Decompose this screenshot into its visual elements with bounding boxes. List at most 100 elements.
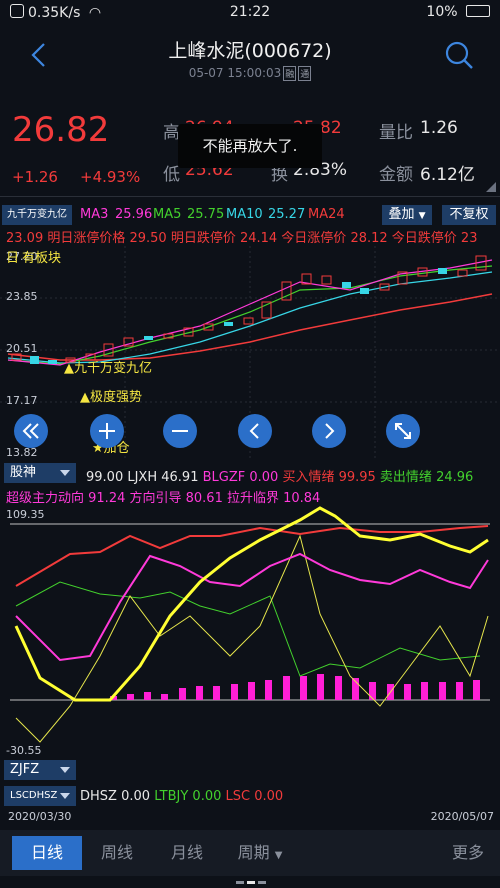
indicator-line1-segment: 0.00	[249, 470, 279, 485]
indicator-line1-segment: 99.00	[86, 470, 124, 485]
lsc-label: LSC	[225, 789, 251, 804]
no-adjust-button[interactable]: 不复权	[442, 205, 496, 225]
indicator-line2-segment: 方向引导	[125, 491, 186, 506]
margin-tag: 融	[283, 66, 297, 81]
ma5-line	[7, 265, 493, 365]
caret-down-icon: ▼	[274, 850, 283, 861]
pull-critical-line	[15, 534, 489, 743]
battery-icon	[466, 5, 490, 17]
axis-price-mid1: 23.85	[6, 290, 38, 303]
axis-ind-top: 109.35	[6, 508, 45, 521]
chart-prefix-label: 日	[6, 251, 19, 266]
amount-label: 金额	[379, 165, 413, 185]
indicator-line1-segment: 卖出情绪	[375, 470, 437, 485]
fullscreen-button[interactable]	[386, 414, 420, 448]
indicator-line1-segment: 46.91	[161, 470, 199, 485]
clock: 21:22	[229, 4, 271, 20]
indicator-selector-lscdhsz[interactable]: LSCDHSZ	[4, 786, 76, 806]
indicator-line2-segment: 80.61	[185, 491, 223, 506]
quote-datetime: 05-07 15:00:03 融通	[0, 66, 500, 81]
last-price: 26.82	[12, 110, 110, 150]
stock-header: 上峰水泥(000672) 05-07 15:00:03 融通	[0, 26, 500, 90]
minus-icon	[172, 430, 188, 432]
indicator-line1-segment: 买入情绪	[278, 470, 339, 485]
ma3-label: MA3	[80, 207, 109, 222]
indicator-line2-segment: 10.84	[283, 491, 321, 506]
expand-corner-icon[interactable]	[486, 182, 496, 192]
signal-label-1: ▲九千万变九亿	[64, 360, 152, 376]
indicator-line2-segment: 91.24	[88, 491, 126, 506]
expand-icon	[395, 423, 411, 439]
plus-icon	[99, 423, 115, 439]
indicator-values-line1: 99.00 LJXH 46.91 BLGZF 0.00 买入情绪 99.95 卖…	[86, 466, 500, 485]
battery: 10%	[426, 4, 490, 20]
price-change-pct: +4.93%	[80, 168, 141, 186]
divider	[0, 196, 500, 197]
sell-sentiment-line	[15, 581, 481, 677]
indicator-line1-segment: 99.95	[338, 470, 376, 485]
main-force-line	[15, 552, 489, 662]
axis-price-low: 17.17	[6, 394, 38, 407]
zoom-out-button[interactable]	[163, 414, 197, 448]
lsc-values-row: DHSZ 0.00 LTBJY 0.00 LSC 0.00	[80, 789, 500, 804]
indicator-line2-segment: 超级主力动向	[6, 491, 89, 506]
tab-monthly[interactable]: 月线	[152, 836, 222, 870]
indicator-selector-zjfz[interactable]: ZJFZ	[4, 760, 76, 780]
indicator-values-line2: 超级主力动向 91.24 方向引导 80.61 拉升临界 10.84	[6, 487, 500, 506]
datetime-text: 05-07 15:00:03	[188, 66, 282, 80]
ma-row: 九千万变九亿 MA3 25.96 MA5 25.75 MA10 25.27 MA…	[0, 205, 500, 225]
date-end: 2020/05/07	[430, 810, 494, 823]
ltbjy-value: 0.00	[192, 789, 222, 804]
tab-period[interactable]: 周期 ▼	[222, 836, 298, 870]
tab-period-label: 周期	[237, 843, 270, 862]
search-icon[interactable]	[444, 40, 474, 70]
scroll-right-button[interactable]	[312, 414, 346, 448]
volume-ratio-label: 量比	[379, 123, 413, 143]
limit-price-row: 23.09 明日涨停价格 29.50 明日跌停价 24.14 今日涨停价 28.…	[0, 227, 500, 245]
chevron-left-icon	[249, 423, 259, 439]
stock-title: 上峰水泥(000672)	[168, 40, 332, 62]
tab-more[interactable]: 更多	[440, 836, 496, 870]
price-change: +1.26	[12, 168, 58, 186]
scroll-left-button[interactable]	[238, 414, 272, 448]
signal-label-2: ▲极度强势	[80, 389, 142, 405]
overlay-label: 叠加	[388, 207, 415, 222]
volume-ratio-value: 1.26	[420, 118, 458, 138]
ma5-label: MA5	[153, 207, 182, 222]
indicator-line1-segment: 24.96	[436, 470, 474, 485]
overlay-button[interactable]: 叠加 ▼	[382, 205, 432, 225]
amount-value: 6.12亿	[420, 165, 475, 185]
period-tabs: 日线 周线 月线 周期 ▼ 更多	[0, 830, 500, 876]
axis-price-mid2: 20.51	[6, 342, 38, 355]
indicator-selector-gushen[interactable]: 股神	[4, 463, 76, 483]
ma3-value: 25.96	[115, 207, 153, 222]
ma10-value: 25.27	[268, 207, 306, 222]
chevron-down-icon: ▼	[418, 211, 426, 221]
indicator-line1-segment: LJXH	[123, 470, 162, 485]
ma10-label: MA10	[226, 207, 263, 222]
ltbjy-label: LTBJY	[154, 789, 189, 804]
main-indicator-selector[interactable]: 九千万变九亿	[2, 205, 72, 225]
double-chevron-left-icon	[22, 423, 39, 439]
ma5-value: 25.75	[187, 207, 225, 222]
indicator-chart[interactable]: 109.35 -30.55	[0, 506, 500, 758]
toast-message: 不能再放大了.	[178, 124, 322, 168]
indicator-line2-segment: 拉升临界	[222, 491, 284, 506]
zoom-in-button[interactable]	[90, 414, 124, 448]
home-indicator	[236, 881, 266, 884]
dhsz-value: 0.00	[121, 789, 151, 804]
connect-tag: 通	[298, 66, 312, 81]
limit-price-text: 23.09 明日涨停价格 29.50 明日跌停价 24.14 今日涨停价 28.…	[6, 231, 478, 245]
histogram-bars	[110, 674, 480, 700]
scroll-left-fast-button[interactable]	[14, 414, 48, 448]
tab-daily[interactable]: 日线	[12, 836, 82, 870]
tab-weekly[interactable]: 周线	[82, 836, 152, 870]
ma24-label: MA24	[308, 207, 345, 222]
chevron-right-icon	[325, 423, 335, 439]
lsc-value: 0.00	[254, 789, 284, 804]
indicator-line1-segment: BLGZF	[198, 470, 250, 485]
status-bar: 0.35K/s ◠ 21:22 10%	[0, 0, 500, 26]
axis-ind-bottom: -30.55	[6, 744, 41, 757]
date-start: 2020/03/30	[8, 810, 72, 823]
sector-label: 有板块	[22, 251, 61, 266]
